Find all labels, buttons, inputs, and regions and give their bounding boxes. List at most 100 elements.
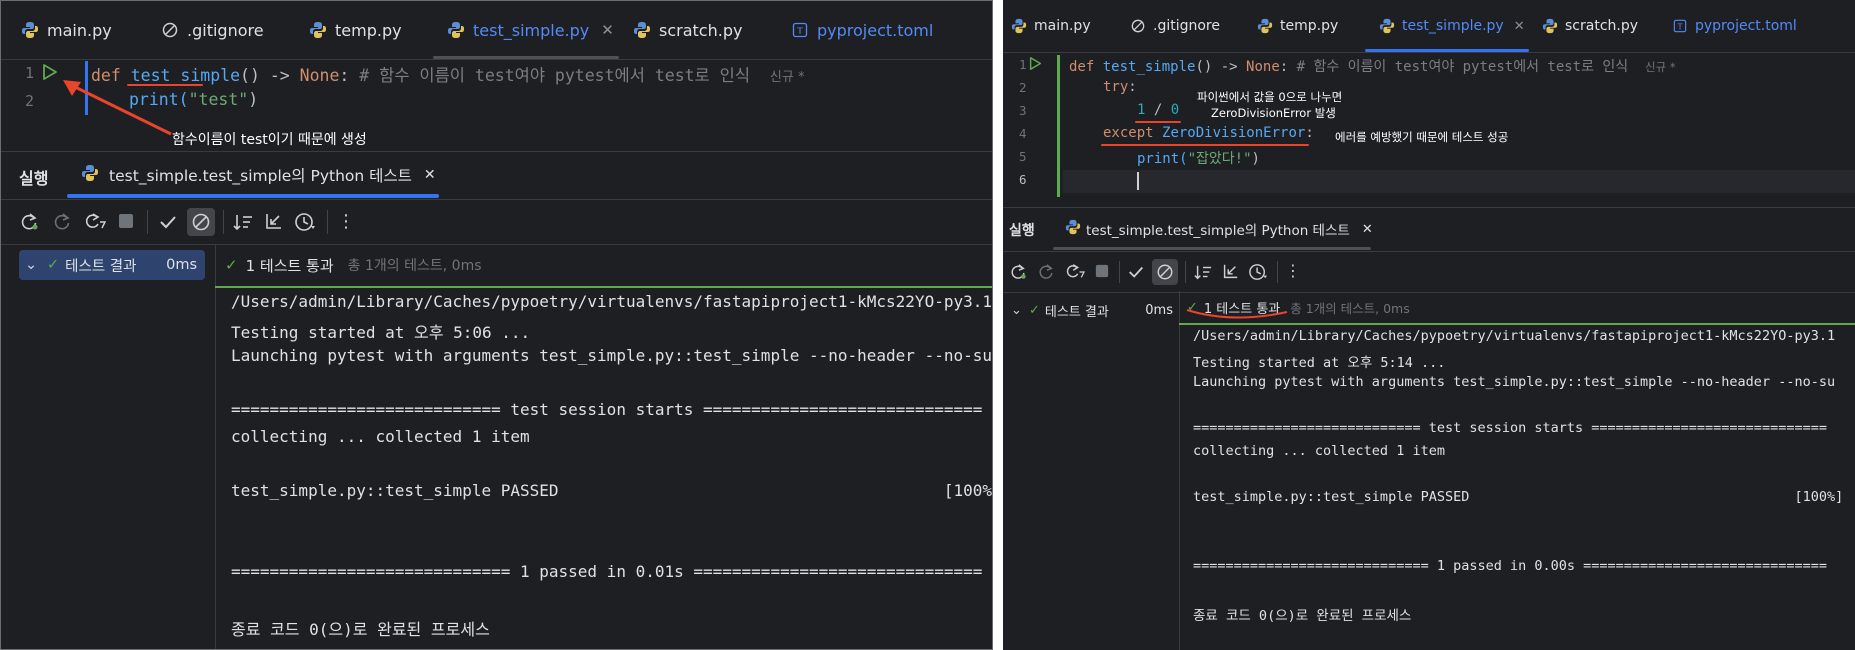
- test-results-root[interactable]: ⌄ ✓ 테스트 결과 0ms: [19, 250, 205, 280]
- svg-text:T: T: [796, 27, 803, 37]
- progress-bar: [215, 286, 992, 288]
- close-icon[interactable]: ✕: [424, 167, 436, 183]
- more-options-icon[interactable]: ⋮: [1285, 261, 1301, 280]
- run-panel-title: 실행: [1009, 223, 1035, 239]
- toolbar-separator: [1119, 261, 1120, 283]
- toolbar-separator: [223, 210, 224, 234]
- tab-gitignore[interactable]: .gitignore: [159, 1, 264, 59]
- rerun-auto-icon[interactable]: [84, 212, 106, 232]
- line-number: 1: [1019, 57, 1027, 72]
- sort-icon[interactable]: [232, 212, 254, 232]
- test-status-summary: 총 1개의 테스트, 0ms: [1290, 300, 1410, 316]
- code-editor[interactable]: 1 2 def test_simple() -> None: # 함수 이름이 …: [1, 59, 992, 152]
- tab-gitignore[interactable]: .gitignore: [1128, 0, 1220, 52]
- close-icon[interactable]: ✕: [1362, 222, 1373, 237]
- rerun-icon[interactable]: [1009, 263, 1027, 281]
- collapse-icon[interactable]: [1221, 263, 1239, 281]
- console-line: collecting ... collected 1 item: [1193, 443, 1445, 459]
- tab-test-simple-py[interactable]: test_simple.py ✕: [433, 1, 619, 59]
- chevron-down-icon[interactable]: ⌄: [25, 257, 43, 273]
- tab-main-py[interactable]: main.py: [1009, 0, 1091, 52]
- tab-temp-py[interactable]: temp.py: [307, 1, 402, 59]
- chevron-down-icon[interactable]: ⌄: [1011, 303, 1027, 318]
- close-icon[interactable]: ✕: [1514, 19, 1525, 34]
- console-line: test_simple.py::test_simple PASSED [100%…: [1193, 489, 1844, 505]
- tab-scratch-py[interactable]: scratch.py: [631, 1, 742, 59]
- change-marker: [1057, 55, 1060, 197]
- toolbar-separator: [1185, 261, 1186, 283]
- collapse-icon[interactable]: [263, 212, 283, 232]
- stop-icon[interactable]: [118, 213, 134, 229]
- test-results-tree: ⌄ ✓ 테스트 결과 0ms: [1, 244, 216, 649]
- rerun-icon[interactable]: [19, 212, 39, 232]
- run-toolbar: ⋮: [1, 199, 992, 245]
- rerun-auto-icon[interactable]: [1065, 263, 1085, 281]
- annotation-text: 파이썬에서 값을 0으로 나누면: [1197, 90, 1343, 104]
- console-line: ============================= 1 passed i…: [231, 562, 983, 581]
- toml-file-icon: T: [1670, 19, 1690, 33]
- progress-bar: [1179, 323, 1855, 325]
- close-icon[interactable]: ✕: [601, 21, 614, 39]
- history-icon[interactable]: [294, 212, 316, 232]
- tab-pyproject-toml[interactable]: T pyproject.toml: [789, 1, 933, 59]
- tree-label: 테스트 결과: [1044, 304, 1109, 320]
- show-ignored-icon[interactable]: [1152, 259, 1178, 285]
- test-status-main: 1 테스트 통과: [245, 256, 334, 275]
- rerun-failed-icon[interactable]: [1037, 263, 1055, 281]
- code-line-2: try:: [1103, 79, 1137, 95]
- code-line-5: print("잡았다!"): [1137, 151, 1260, 167]
- tab-scratch-py[interactable]: scratch.py: [1540, 0, 1638, 52]
- run-panel-title: 실행: [19, 169, 49, 188]
- console-line: ============================ test sessio…: [231, 400, 983, 419]
- active-tab-indicator: [67, 194, 439, 198]
- text-cursor: [1137, 172, 1139, 190]
- show-ignored-icon[interactable]: [187, 208, 215, 236]
- run-test-gutter-icon[interactable]: [1029, 56, 1042, 75]
- tab-label: pyproject.toml: [817, 20, 934, 40]
- history-icon[interactable]: [1248, 263, 1268, 281]
- code-line-4: except ZeroDivisionError:: [1103, 125, 1314, 141]
- tab-main-py[interactable]: main.py: [19, 1, 112, 59]
- test-console-output[interactable]: /Users/admin/Library/Caches/pypoetry/vir…: [1179, 323, 1855, 650]
- show-passed-icon[interactable]: [1127, 263, 1145, 281]
- tab-test-simple-py[interactable]: test_simple.py ✕: [1365, 0, 1529, 52]
- tab-label: .gitignore: [1153, 18, 1220, 34]
- svg-text:T: T: [1677, 23, 1683, 32]
- check-icon: ✓: [225, 256, 238, 274]
- sort-icon[interactable]: [1193, 263, 1213, 281]
- python-icon: [445, 21, 467, 39]
- more-options-icon[interactable]: ⋮: [337, 211, 355, 232]
- tab-label: scratch.py: [659, 20, 743, 40]
- test-status-bar: ✓ 1 테스트 통과 총 1개의 테스트, 0ms: [215, 244, 992, 286]
- run-tab[interactable]: test_simple.test_simple의 Python 테스트 ✕: [67, 152, 439, 198]
- stop-icon[interactable]: [1095, 264, 1109, 278]
- tab-label: main.py: [47, 20, 112, 40]
- tab-label: .gitignore: [187, 20, 264, 40]
- rerun-failed-icon[interactable]: [52, 212, 72, 232]
- toolbar-separator: [1277, 261, 1278, 283]
- tab-label: pyproject.toml: [1695, 18, 1797, 34]
- console-line: /Users/admin/Library/Caches/pypoetry/vir…: [231, 292, 992, 311]
- console-line: /Users/admin/Library/Caches/pypoetry/vir…: [1193, 328, 1836, 344]
- left-ide-panel: main.py .gitignore temp.py test_simple.p…: [0, 0, 993, 650]
- test-console-output[interactable]: /Users/admin/Library/Caches/pypoetry/vir…: [215, 286, 992, 649]
- run-test-gutter-icon[interactable]: [42, 63, 58, 85]
- console-line: Testing started at 오후 5:06 ...: [231, 323, 531, 342]
- tab-pyproject-toml[interactable]: T pyproject.toml: [1670, 0, 1797, 52]
- test-results-root[interactable]: ⌄ ✓ 테스트 결과 0ms: [1009, 297, 1177, 323]
- show-passed-icon[interactable]: [158, 212, 178, 232]
- console-line: 종료 코드 0(으)로 완료된 프로세스: [231, 620, 490, 639]
- right-ide-panel: main.py .gitignore temp.py test_simple.p…: [1003, 0, 1855, 650]
- console-line: collecting ... collected 1 item: [231, 427, 530, 446]
- python-test-icon: [1065, 219, 1081, 239]
- active-tab-indicator: [1053, 247, 1371, 250]
- test-results-tree: ⌄ ✓ 테스트 결과 0ms: [1003, 291, 1180, 650]
- python-icon: [1540, 18, 1560, 34]
- code-editor[interactable]: 1 2 3 4 5 6 def test_simple() -> None: #…: [1003, 52, 1855, 208]
- python-icon: [1377, 18, 1397, 34]
- python-icon: [19, 21, 41, 39]
- run-tab[interactable]: test_simple.test_simple의 Python 테스트 ✕: [1053, 208, 1373, 250]
- tab-temp-py[interactable]: temp.py: [1255, 0, 1338, 52]
- check-icon: ✓: [1029, 302, 1040, 318]
- annotation-text: 함수이름이 test이기 때문에 생성: [172, 132, 367, 148]
